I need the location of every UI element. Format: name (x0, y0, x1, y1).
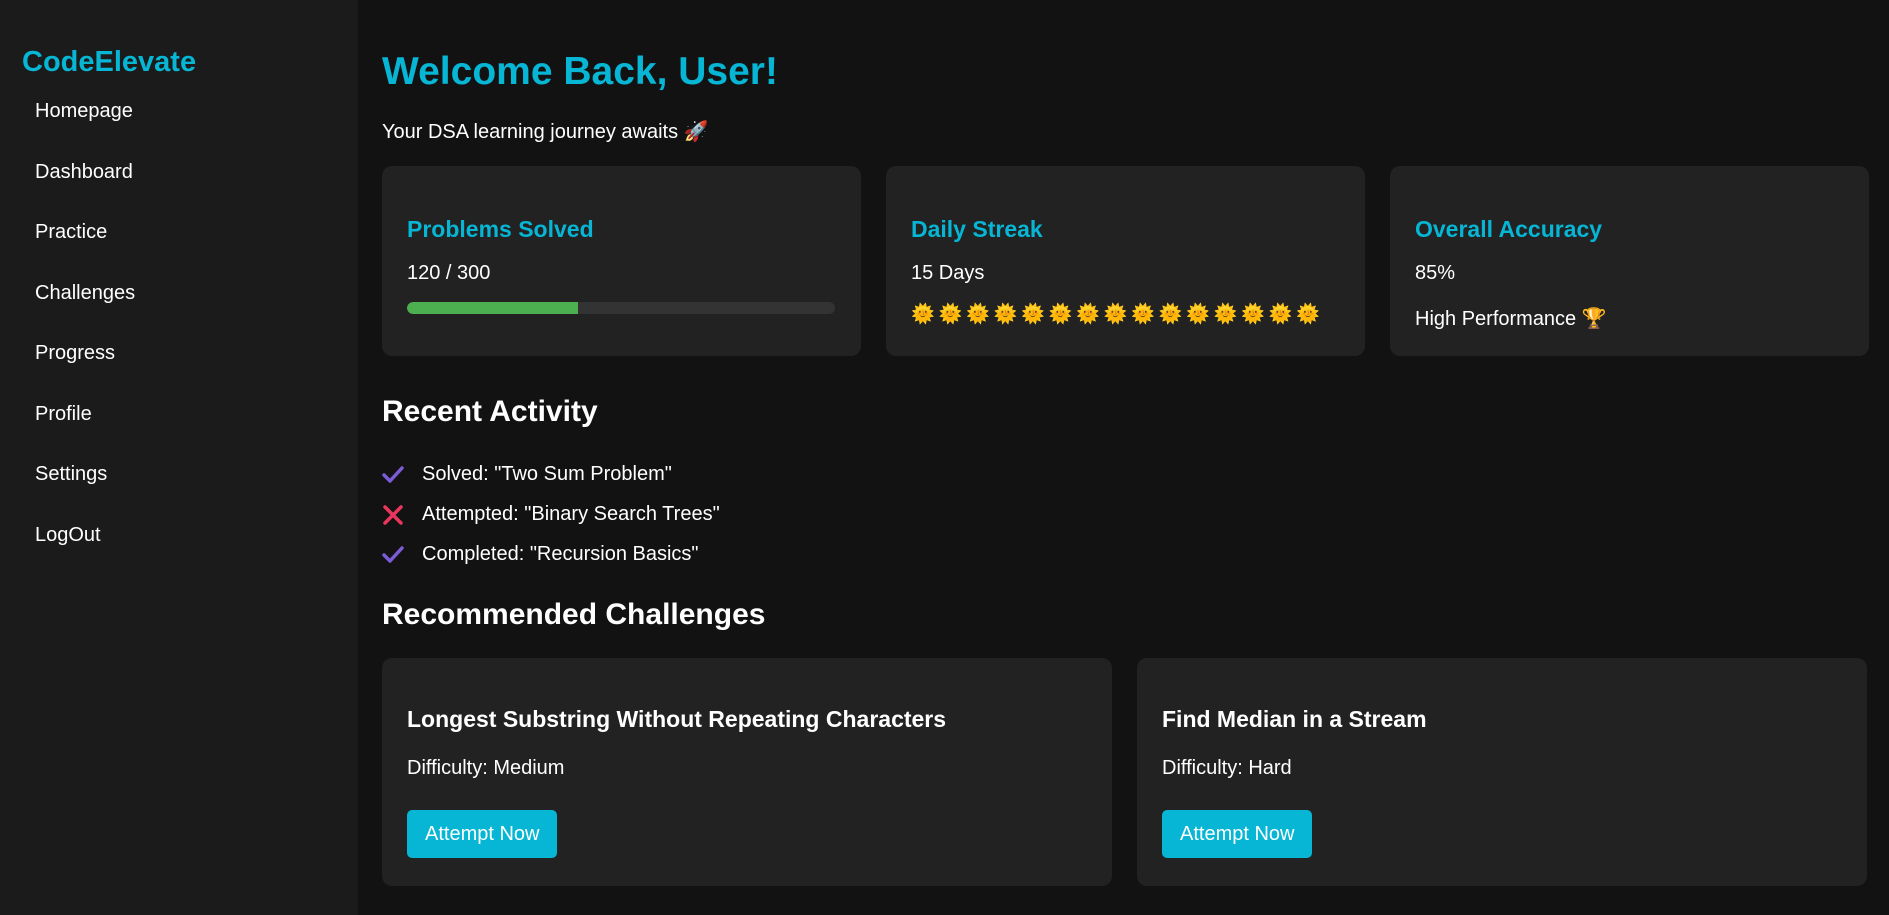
sidebar-item-logout[interactable]: LogOut (0, 517, 358, 578)
list-item: Completed: "Recursion Basics" (382, 535, 1869, 575)
challenge-card: Find Median in a Stream Difficulty: Hard… (1137, 657, 1867, 886)
challenge-title: Longest Substring Without Repeating Char… (407, 705, 947, 732)
sun-icon: 🌞 (1021, 304, 1045, 325)
sun-icon: 🌞 (1268, 304, 1293, 325)
daily-streak-title: Daily Streak (911, 216, 1043, 242)
problems-solved-value: 120 / 300 (407, 262, 491, 284)
challenge-difficulty: Difficulty: Medium (407, 756, 565, 779)
overall-accuracy-card: Overall Accuracy 85% High Performance 🏆 (1390, 166, 1869, 356)
sidebar-item-dashboard[interactable]: Dashboard (0, 154, 358, 215)
sun-icon: 🌞 (1241, 304, 1265, 325)
sun-icon: 🌞 (1103, 304, 1128, 325)
check-icon (382, 541, 422, 569)
recent-activity-list: Solved: "Two Sum Problem" Attempted: "Bi… (382, 455, 1869, 575)
sun-icon: 🌞 (1213, 304, 1238, 325)
activity-text: Solved: "Two Sum Problem" (422, 463, 672, 486)
sun-icon: 🌞 (966, 304, 990, 325)
streak-suns: 🌞 🌞 🌞 🌞 🌞 🌞 🌞 🌞 🌞 🌞 🌞 🌞 🌞 🌞 🌞 (911, 303, 1340, 327)
attempt-now-button[interactable]: Attempt Now (1162, 809, 1313, 858)
challenge-card: Longest Substring Without Repeating Char… (382, 657, 1112, 886)
activity-text: Completed: "Recursion Basics" (422, 543, 699, 566)
problems-solved-title: Problems Solved (407, 216, 594, 242)
page-title: Welcome Back, User! (382, 50, 778, 93)
brand-logo[interactable]: CodeElevate (22, 46, 358, 79)
sun-icon: 🌞 (911, 304, 935, 325)
cross-icon (382, 501, 422, 529)
list-item: Solved: "Two Sum Problem" (382, 455, 1869, 495)
sidebar-item-progress[interactable]: Progress (0, 335, 358, 396)
sidebar-item-profile[interactable]: Profile (0, 396, 358, 457)
check-icon (382, 461, 422, 489)
problems-progress-bar (407, 302, 835, 314)
challenge-title: Find Median in a Stream (1162, 705, 1427, 732)
overall-accuracy-value: 85% (1415, 262, 1456, 284)
activity-text: Attempted: "Binary Search Trees" (422, 503, 720, 526)
recommended-challenges-grid: Longest Substring Without Repeating Char… (382, 657, 1869, 886)
sun-icon: 🌞 (938, 304, 963, 325)
app-root: CodeElevate Homepage Dashboard Practice … (0, 0, 1889, 915)
sun-icon: 🌞 (1131, 304, 1155, 325)
stats-row: Problems Solved 120 / 300 Daily Streak 1… (382, 166, 1869, 356)
sidebar-item-settings[interactable]: Settings (0, 456, 358, 517)
performance-note: High Performance 🏆 (1415, 308, 1607, 330)
sidebar-item-challenges[interactable]: Challenges (0, 275, 358, 336)
page-subtitle: Your DSA learning journey awaits 🚀 (382, 121, 709, 143)
sidebar-item-practice[interactable]: Practice (0, 214, 358, 275)
sidebar-item-homepage[interactable]: Homepage (0, 93, 358, 154)
sun-icon: 🌞 (1186, 304, 1210, 325)
sun-icon: 🌞 (1076, 304, 1100, 325)
daily-streak-card: Daily Streak 15 Days 🌞 🌞 🌞 🌞 🌞 🌞 🌞 🌞 🌞 🌞 🌞 🌞 🌞 🌞 🌞 (886, 166, 1365, 356)
daily-streak-value: 15 Days (911, 262, 985, 284)
sun-icon: 🌞 (1158, 304, 1183, 325)
list-item: Attempted: "Binary Search Trees" (382, 495, 1869, 535)
sidebar: CodeElevate Homepage Dashboard Practice … (0, 0, 358, 915)
attempt-now-button[interactable]: Attempt Now (407, 809, 558, 858)
recommended-challenges-heading: Recommended Challenges (382, 597, 766, 631)
recent-activity-heading: Recent Activity (382, 395, 598, 428)
sun-icon: 🌞 (993, 304, 1018, 325)
overall-accuracy-title: Overall Accuracy (1415, 216, 1603, 242)
sun-icon: 🌞 (1048, 304, 1073, 325)
problems-solved-card: Problems Solved 120 / 300 (382, 166, 861, 356)
challenge-difficulty: Difficulty: Hard (1162, 756, 1292, 779)
main-content: Welcome Back, User! Your DSA learning jo… (358, 0, 1889, 915)
problems-progress-fill (407, 302, 579, 314)
sun-icon: 🌞 (1296, 304, 1320, 325)
